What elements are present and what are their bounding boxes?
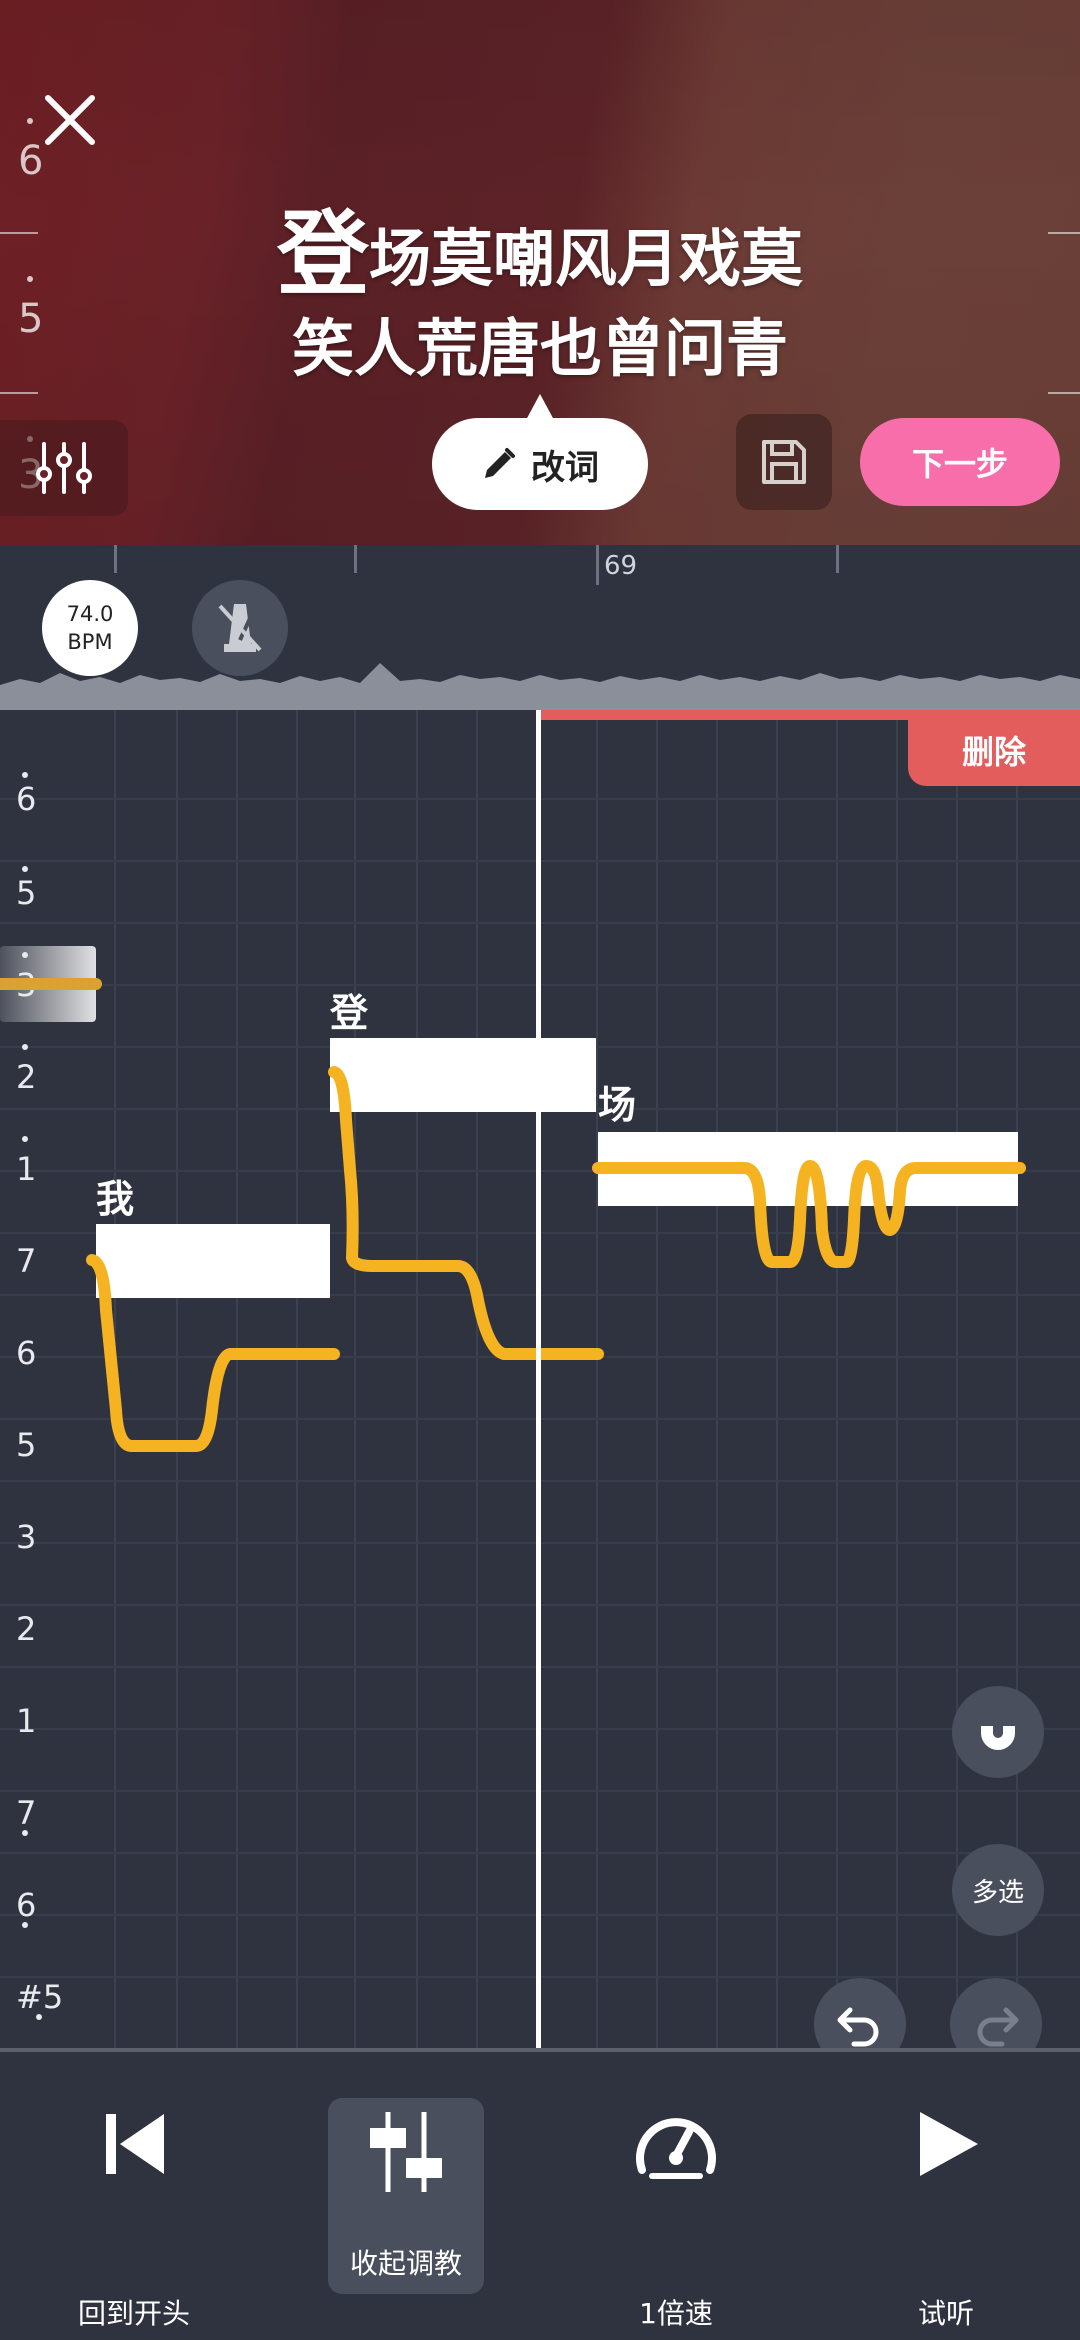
speedometer-icon [636,2118,716,2179]
skip-to-start-icon [106,2114,164,2174]
snap-magnet-button[interactable] [952,1686,1044,1778]
rewind-to-start-button[interactable]: 回到开头 [56,2094,212,2330]
metronome-off-icon [218,604,262,652]
audio-waveform [0,663,1080,710]
lyric-line-rest: 场莫嘲风月戏莫 [369,222,804,295]
close-button[interactable] [38,88,102,152]
magnet-icon [981,1719,1015,1750]
preview-label: 试听 [917,2297,974,2330]
collapse-tuning-button[interactable]: 收起调教 [328,2098,484,2294]
multi-select-button[interactable]: 多选 [952,1844,1044,1936]
bpm-unit: BPM [67,630,113,654]
rewind-label: 回到开头 [77,2297,190,2330]
next-step-button[interactable]: 下一步 [860,418,1060,506]
save-button[interactable] [736,414,832,510]
tuning-sliders-icon [370,2112,442,2192]
playhead[interactable] [536,710,541,2050]
lyric-line-current: 登场莫嘲风月戏莫 [0,180,1080,313]
lyric-line-next: 笑人荒唐也曾问青 [291,312,788,385]
pitch-editor[interactable]: 删除 6 5 3 2 1 7 6 5 3 2 1 7 6 #5 我 登 场 多选 [0,710,1080,2050]
bottom-toolbar: 回到开头 收起调教 1倍速 试听 [0,2052,1080,2340]
playback-speed-button[interactable]: 1倍速 [598,2094,754,2330]
lyrics-header: 6 5 3 登场莫嘲风月戏莫 笑人荒唐也曾问青 [0,0,1080,545]
edit-lyrics-label: 改词 [531,447,599,488]
mixer-button[interactable] [0,420,128,516]
bpm-value: 74.0 [66,602,114,626]
pencil-icon [485,448,515,478]
preview-play-button[interactable]: 试听 [868,2094,1024,2330]
timeline[interactable]: 69 74.0 BPM [0,545,1080,710]
edit-lyrics-button[interactable]: 改词 [432,418,648,510]
timeline-bar-number: 69 [604,551,638,581]
play-icon [920,2112,978,2176]
undo-icon [837,2007,879,2047]
speed-label: 1倍速 [639,2297,713,2330]
save-icon [762,440,806,484]
close-icon [45,95,95,145]
app-root: 6 5 3 登场莫嘲风月戏莫 笑人荒唐也曾问青 [0,0,1080,2340]
redo-icon [977,2007,1019,2047]
lyric-current-char: 登 [276,201,369,308]
mixer-sliders-icon [36,442,92,494]
collapse-tuning-label: 收起调教 [349,2247,462,2280]
